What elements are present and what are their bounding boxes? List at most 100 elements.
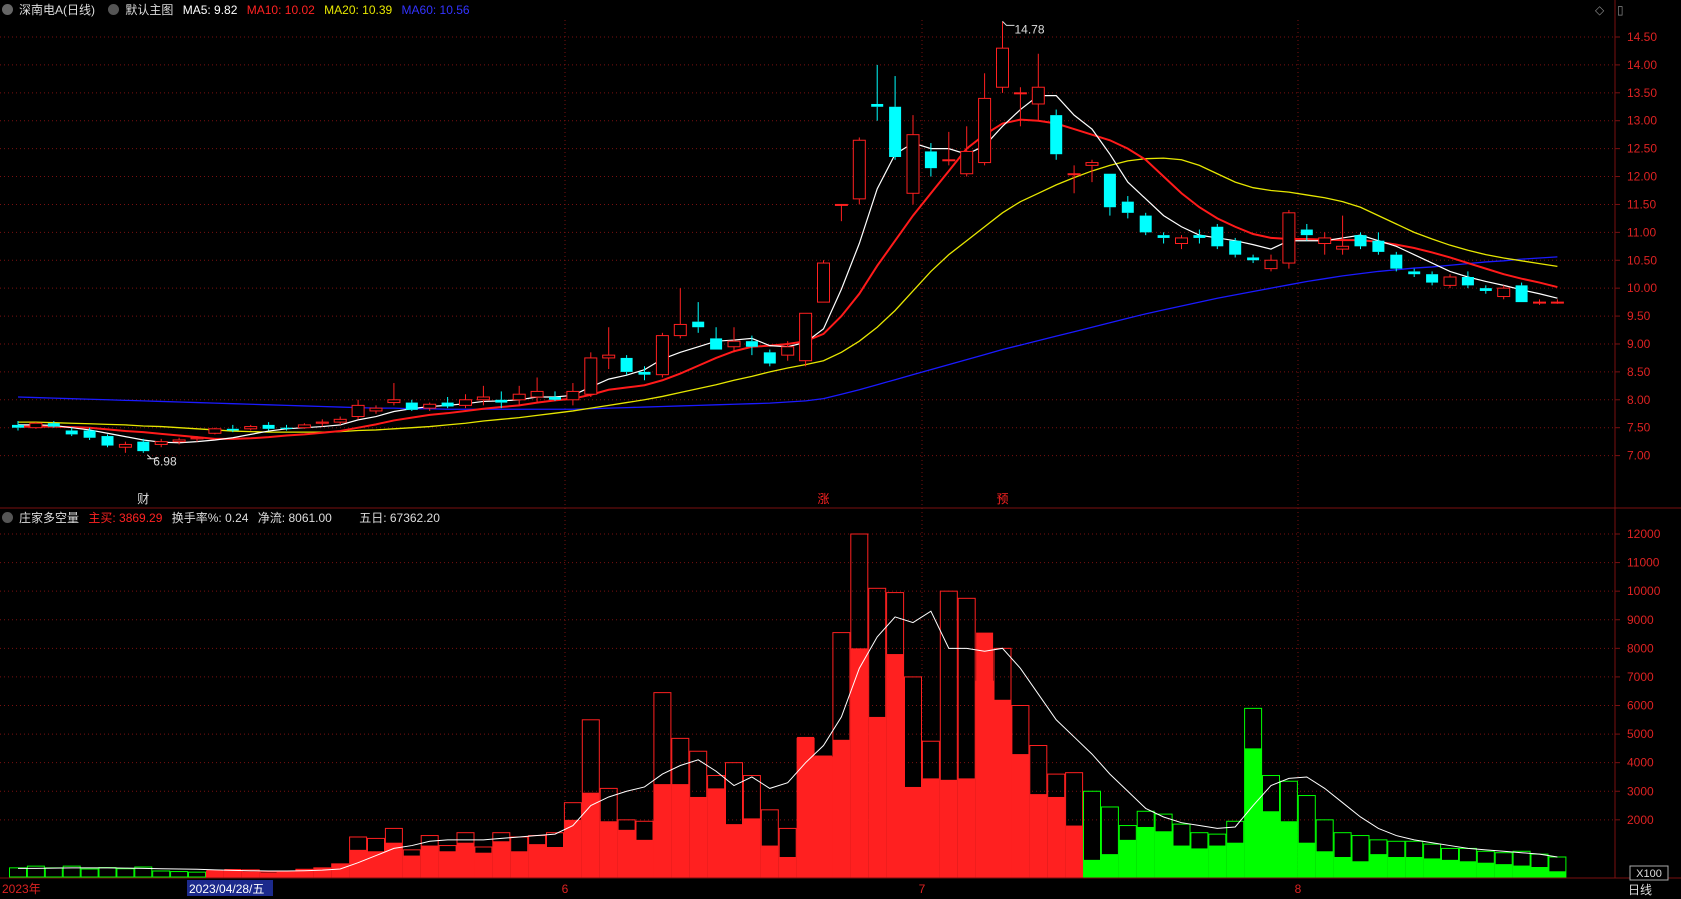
candlestick bbox=[1318, 232, 1332, 255]
candlestick bbox=[692, 302, 705, 333]
candlestick bbox=[960, 126, 974, 177]
time-label-month: 8 bbox=[1295, 882, 1302, 896]
candle-body bbox=[1479, 288, 1492, 291]
volume-bar bbox=[1262, 775, 1280, 878]
volume-bar bbox=[1065, 772, 1084, 878]
ma5-label: MA5: 9.82 bbox=[182, 3, 238, 17]
candle-body bbox=[566, 390, 580, 401]
volume-tick-label: 3000 bbox=[1627, 784, 1654, 798]
candle-body bbox=[1085, 162, 1099, 166]
volume-bar bbox=[9, 867, 27, 878]
candlestick bbox=[1479, 285, 1492, 294]
volume-fill bbox=[278, 871, 295, 877]
candlestick bbox=[154, 438, 168, 448]
main-chart-header: 深南电A(日线) 默认主图 MA5: 9.82 MA10: 10.02 MA20… bbox=[0, 0, 476, 20]
candle-body bbox=[226, 428, 239, 431]
main-chart-label[interactable]: 默认主图 bbox=[125, 3, 173, 17]
candlestick bbox=[441, 396, 454, 409]
candlestick bbox=[387, 383, 401, 406]
diamond-icon[interactable]: ◇ bbox=[1595, 3, 1604, 17]
candle-body bbox=[1497, 287, 1511, 298]
chart-menu-icon[interactable] bbox=[108, 4, 120, 16]
candlestick bbox=[1247, 254, 1260, 264]
volume-bar bbox=[349, 836, 368, 878]
volume-bar bbox=[384, 827, 403, 878]
turnover-label: 换手率%: 0.24 bbox=[171, 511, 249, 525]
candlestick bbox=[29, 422, 43, 429]
stock-chart-window: 14.50 14.00 13.50 13.00 12.50 12.00 11.50 11.00… bbox=[0, 0, 1681, 899]
price-tick-label: 11.50 bbox=[1627, 197, 1656, 211]
volume-bar bbox=[1351, 835, 1370, 878]
candle-body bbox=[441, 402, 454, 407]
volume-fill bbox=[1548, 871, 1566, 877]
volume-fill bbox=[1137, 826, 1155, 877]
candlestick bbox=[1211, 223, 1224, 250]
candle-body bbox=[172, 439, 186, 443]
volume-fill bbox=[546, 846, 564, 877]
volume-bar bbox=[474, 846, 493, 878]
volume-bar bbox=[1494, 852, 1513, 878]
candle-body bbox=[405, 402, 418, 410]
candle-body bbox=[1013, 92, 1027, 95]
volume-fill bbox=[725, 824, 743, 877]
volume-bar bbox=[617, 819, 636, 878]
candle-body bbox=[1031, 86, 1045, 105]
candlestick bbox=[1050, 109, 1063, 160]
candle-body bbox=[906, 134, 920, 194]
volume-bar bbox=[1369, 839, 1388, 878]
candle-body bbox=[476, 396, 490, 401]
volume-bar bbox=[1333, 832, 1352, 878]
volume-fill bbox=[1423, 858, 1441, 877]
candle-body bbox=[889, 106, 902, 157]
price-tick-label: 13.50 bbox=[1627, 86, 1657, 100]
price-tick-label: 8.50 bbox=[1627, 365, 1651, 379]
candle-body bbox=[1139, 215, 1152, 233]
candle-body bbox=[942, 159, 956, 162]
candle-body bbox=[673, 323, 687, 337]
candle-body bbox=[996, 47, 1009, 88]
candlestick bbox=[1121, 196, 1134, 219]
volume-bar bbox=[957, 597, 976, 878]
volume-fill bbox=[1459, 861, 1477, 877]
volume-fill bbox=[1369, 854, 1387, 877]
candle-body bbox=[1372, 240, 1385, 252]
volume-bar bbox=[868, 587, 887, 878]
volume-fill bbox=[958, 778, 976, 877]
chart-canvas[interactable]: 14.50 14.00 13.50 13.00 12.50 12.00 11.50 11.00… bbox=[0, 0, 1681, 899]
panel-toggle-icon[interactable]: ▯ bbox=[1617, 3, 1624, 17]
volume-outline bbox=[116, 868, 135, 878]
candlestick bbox=[512, 385, 526, 406]
settings-icon[interactable] bbox=[2, 4, 13, 16]
candlestick bbox=[889, 76, 902, 160]
candlestick bbox=[262, 422, 275, 431]
volume-bar bbox=[993, 647, 1012, 878]
indicator-menu-icon[interactable] bbox=[2, 512, 13, 524]
volume-bar bbox=[886, 592, 905, 878]
volume-outline bbox=[152, 870, 171, 878]
volume-bar bbox=[1154, 813, 1173, 878]
indicator-name[interactable]: 庄家多空量 bbox=[19, 511, 79, 525]
volume-fill bbox=[1190, 848, 1208, 877]
candlestick bbox=[834, 203, 848, 222]
volume-bar bbox=[1530, 853, 1549, 878]
volume-fill bbox=[761, 845, 779, 877]
price-tick-label: 12.50 bbox=[1627, 142, 1657, 156]
candlestick bbox=[655, 332, 669, 378]
candlestick bbox=[710, 327, 723, 350]
volume-bar bbox=[1423, 843, 1442, 878]
volume-fill bbox=[1065, 825, 1083, 877]
candle-body bbox=[333, 418, 347, 423]
volume-fill bbox=[457, 842, 474, 877]
candle-body bbox=[1067, 173, 1081, 176]
price-tick-label: 12.00 bbox=[1627, 170, 1657, 184]
volume-bar bbox=[170, 871, 189, 878]
volume-fill bbox=[636, 839, 653, 877]
candle-body bbox=[244, 426, 258, 430]
stock-name[interactable]: 深南电A(日线) bbox=[19, 3, 95, 17]
candlestick bbox=[1282, 210, 1296, 269]
volume-fill bbox=[1208, 845, 1226, 877]
candle-body bbox=[1318, 237, 1332, 245]
volume-bar bbox=[26, 865, 45, 878]
volume-fill bbox=[1334, 856, 1352, 877]
candlestick bbox=[638, 366, 651, 381]
